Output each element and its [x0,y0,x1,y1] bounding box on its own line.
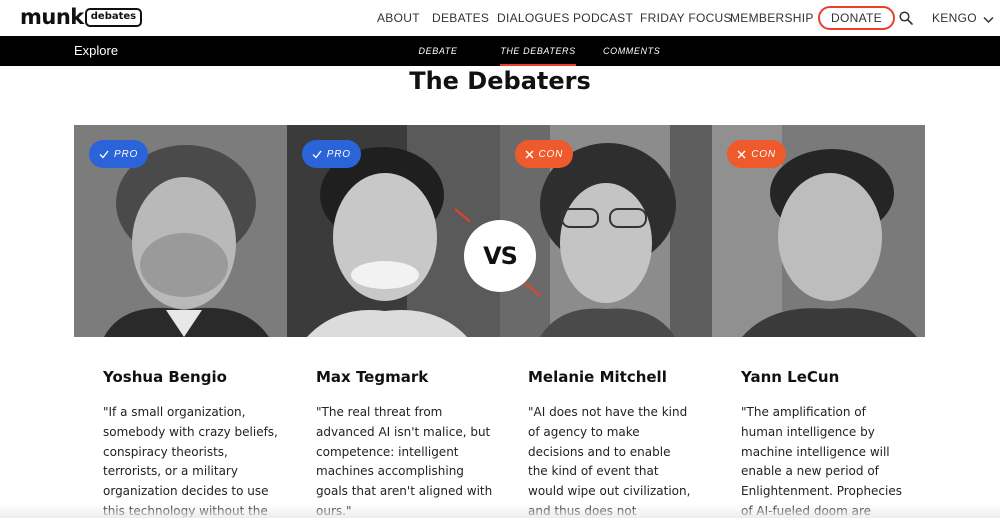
explore-bar: Explore DEBATE DETAIL THE DEBATERS COMME… [0,36,1000,86]
debater-quote: "If a small organization, somebody with … [103,405,278,518]
side-label: CON [538,148,564,160]
debater-card: Yann LeCun "The amplification of human i… [741,365,911,518]
debater-quote: "AI does not have the kind of agency to … [528,405,691,518]
top-nav: munk debates ABOUT DEBATES DIALOGUES POD… [0,0,1000,36]
munk-debates-logo[interactable]: munk debates [20,4,143,30]
donate-button[interactable]: DONATE [818,6,895,30]
search-icon[interactable] [899,10,913,29]
nav-friday-focus[interactable]: FRIDAY FOCUS [640,11,732,25]
nav-about[interactable]: ABOUT [377,11,420,25]
nav-debates[interactable]: DEBATES [432,11,489,25]
page-title: The Debaters [409,67,591,95]
tab-comments[interactable]: COMMENTS [603,36,660,66]
check-icon [99,150,109,159]
debater-quote: "The amplification of human intelligence… [741,405,902,518]
tab-debate-detail[interactable]: DEBATE DETAIL [402,36,474,86]
x-icon [525,150,533,158]
tab-the-debaters[interactable]: THE DEBATERS [500,36,576,66]
check-icon [312,150,322,159]
side-label: PRO [326,148,351,160]
debater-photo-mitchell[interactable]: CON [499,125,713,337]
side-label: CON [751,148,776,160]
side-badge: PRO [89,140,149,168]
logo-word: munk [20,5,84,29]
debater-quote: "The real threat from advanced AI isn't … [316,405,493,518]
side-badge: CON [727,140,786,168]
x-icon [737,150,746,158]
debater-photo-bengio[interactable]: PRO [74,125,287,337]
debater-name[interactable]: Melanie Mitchell [528,365,692,389]
debater-name[interactable]: Yann LeCun [741,365,911,389]
side-badge: PRO [301,140,361,168]
debater-name[interactable]: Yoshua Bengio [103,365,283,389]
debater-name[interactable]: Max Tegmark [316,365,496,389]
debater-photo-tegmark[interactable]: PRO [286,125,500,337]
logo-box: debates [84,7,143,27]
nav-podcast[interactable]: PODCAST [573,11,633,25]
debater-photo-lecun[interactable]: CON [712,125,925,337]
side-label: PRO [114,148,139,160]
debater-card: Melanie Mitchell "AI does not have the k… [528,365,692,518]
debater-card: Yoshua Bengio "If a small organization, … [103,365,283,518]
side-badge: CON [514,140,574,168]
bottom-fade [0,504,1000,518]
nav-membership[interactable]: MEMBERSHIP [730,11,814,25]
account-name: KENGO [932,11,977,25]
vs-badge: VS [464,220,536,292]
account-menu[interactable]: KENGO [932,9,994,28]
explore-link[interactable]: Explore [74,36,118,66]
chevron-down-icon [983,9,994,28]
debater-card: Max Tegmark "The real threat from advanc… [316,365,496,518]
nav-dialogues[interactable]: DIALOGUES [497,11,570,25]
